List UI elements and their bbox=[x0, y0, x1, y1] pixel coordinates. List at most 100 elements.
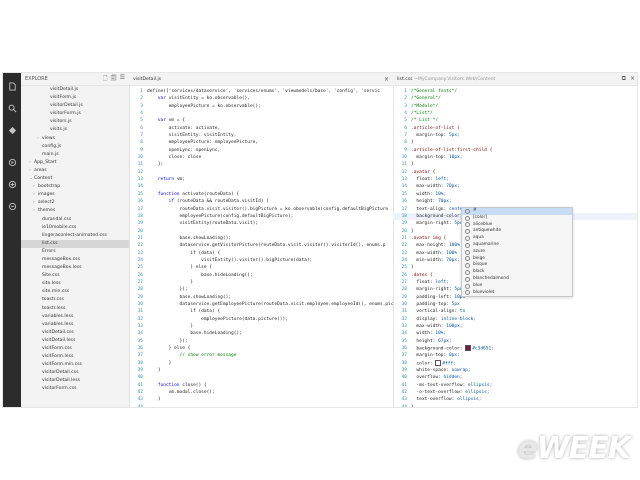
tree-item[interactable]: visitDetail.css bbox=[21, 329, 129, 337]
code-text: /* List */ bbox=[411, 117, 438, 124]
tree-item[interactable]: visitors.js bbox=[21, 118, 129, 126]
tree-item[interactable]: › App_Start bbox=[21, 159, 129, 167]
code-text: } bbox=[411, 264, 414, 271]
close-icon[interactable]: × bbox=[630, 75, 635, 83]
tree-item[interactable]: config.js bbox=[21, 143, 129, 151]
tree-item[interactable]: visitDetail.js bbox=[21, 86, 129, 94]
tree-item[interactable]: messageBox.less bbox=[21, 264, 129, 272]
code-line: 14 bbox=[129, 183, 393, 190]
tree-item[interactable]: visitorDetail.less bbox=[21, 377, 129, 385]
tree-item[interactable]: visitForm.js bbox=[21, 94, 129, 102]
tree-item[interactable]: site.min.css bbox=[21, 288, 129, 296]
tree-item[interactable]: visits.js bbox=[21, 126, 129, 134]
color-suggest-widget[interactable]: # [color] aliceblue antiquewhite aqua aquamar… bbox=[461, 207, 573, 298]
line-number: 20 bbox=[137, 228, 143, 234]
code-line: 11} bbox=[393, 161, 637, 168]
code-token: height: bbox=[411, 199, 439, 205]
tree-item[interactable]: › themes bbox=[21, 207, 129, 215]
tree-item[interactable]: › bootstrap bbox=[21, 183, 129, 191]
suggest-item[interactable]: aqua bbox=[462, 235, 572, 242]
code-token: max-width: bbox=[411, 324, 447, 329]
tab-title-right: list.css bbox=[397, 76, 413, 82]
tree-item[interactable]: variables.less bbox=[21, 321, 129, 329]
close-icon[interactable]: × bbox=[384, 76, 389, 83]
code-token: if (data) { bbox=[147, 309, 221, 315]
tree-item[interactable]: › images bbox=[21, 191, 129, 199]
suggest-label: blue bbox=[473, 282, 483, 288]
tree-item[interactable]: Site.css bbox=[21, 272, 129, 280]
suggest-item[interactable]: black bbox=[462, 269, 572, 276]
suggest-item[interactable]: antiquewhite bbox=[462, 228, 572, 235]
suggest-label: # bbox=[473, 208, 477, 213]
code-text: background-color: #c3d651; bbox=[411, 345, 494, 352]
tree-item[interactable]: Errors bbox=[21, 248, 129, 256]
tree-item[interactable]: visitDetail.less bbox=[21, 337, 129, 345]
tree-item[interactable]: › views bbox=[21, 135, 129, 143]
new-file-icon[interactable]: 🗋 bbox=[103, 74, 108, 84]
tree-item[interactable]: visitorForm.js bbox=[21, 110, 129, 118]
extensions-icon[interactable] bbox=[3, 175, 21, 193]
suggest-item[interactable]: blue bbox=[462, 283, 572, 290]
tree-item[interactable]: list.css bbox=[21, 239, 129, 248]
tree-item[interactable]: ⌄Content bbox=[21, 175, 129, 183]
tree-item[interactable]: visitorDetail.css bbox=[21, 369, 129, 377]
suggest-label: [color] bbox=[473, 214, 487, 220]
tree-item[interactable]: durandal.css bbox=[21, 216, 129, 224]
tree-item[interactable]: site.less bbox=[21, 280, 129, 288]
line-number: 43 bbox=[137, 397, 143, 403]
tree-item[interactable]: main.js bbox=[21, 151, 129, 159]
tree-item[interactable]: lingeraconlect-animated.css bbox=[21, 232, 129, 240]
code-token: } bbox=[411, 265, 414, 271]
suggest-item[interactable]: aquamarine bbox=[462, 242, 572, 249]
code-text: padding-left: 10px bbox=[411, 294, 465, 301]
line-number: 2 bbox=[404, 96, 407, 102]
tree-item-label: durandal.css bbox=[42, 216, 72, 222]
tree-item-label: visitorForm.js bbox=[50, 111, 81, 117]
code-line: 38 } bbox=[129, 360, 393, 367]
tree-item[interactable]: visitorDetail.js bbox=[21, 102, 129, 110]
tree-item[interactable]: toastr.css bbox=[21, 296, 129, 304]
code-line: 40 overflow: hidden; bbox=[393, 374, 637, 381]
code-token: /*List*/ bbox=[411, 111, 433, 117]
suggest-item[interactable]: [color] bbox=[462, 215, 572, 222]
tree-item[interactable]: visitForm.min.css bbox=[21, 361, 129, 369]
code-text: var vm = { bbox=[147, 117, 185, 124]
line-number: 29 bbox=[137, 294, 143, 300]
suggest-item[interactable]: # bbox=[462, 208, 572, 215]
color-icon bbox=[465, 236, 470, 242]
tree-item[interactable]: messageBox.css bbox=[21, 256, 129, 264]
search-icon[interactable] bbox=[3, 99, 21, 117]
files-icon[interactable] bbox=[3, 77, 21, 95]
git-icon[interactable] bbox=[3, 121, 21, 139]
code-line: 38 color: #fff; bbox=[393, 359, 637, 367]
tree-item[interactable]: toastr.less bbox=[21, 305, 129, 313]
code-token: activate(routeData) { bbox=[182, 191, 240, 197]
line-number: 31 bbox=[401, 309, 407, 315]
collapse-icon[interactable]: ☰ bbox=[120, 74, 125, 84]
tree-item[interactable]: ie10mobile.css bbox=[21, 224, 129, 232]
debug-icon[interactable] bbox=[3, 153, 21, 171]
tree-item[interactable]: visitForm.css bbox=[21, 345, 129, 353]
suggest-item[interactable]: blanchedalmond bbox=[462, 276, 572, 283]
save-all-icon[interactable]: 🗐 bbox=[111, 74, 117, 84]
code-line: 22 dataservice.getVisitorPicture(routeDa… bbox=[129, 242, 393, 249]
tab-visitdetail-js[interactable]: visitDetail.js bbox=[133, 77, 161, 82]
line-number: 13 bbox=[401, 177, 407, 183]
suggest-item[interactable]: azure bbox=[462, 249, 572, 256]
tree-item[interactable]: variables.less bbox=[21, 313, 129, 321]
code-text: margin-top: 5px; bbox=[411, 132, 459, 139]
output-icon[interactable] bbox=[3, 197, 21, 215]
tree-item[interactable]: › select2 bbox=[21, 199, 129, 207]
split-editor-icon[interactable]: ⧉ bbox=[622, 75, 626, 83]
code-token: padding-top: bbox=[411, 301, 452, 307]
code-area-left[interactable]: 1 define(['services/dataservice', 'servic… bbox=[129, 86, 393, 407]
tab-list-css[interactable]: list.css ~MyCompany.Visitors.Web\Content bbox=[397, 77, 495, 82]
code-line: 2 var visitEntity = ko.observable(), bbox=[129, 95, 393, 102]
tree-item[interactable]: visitForm.less bbox=[21, 353, 129, 361]
suggest-item[interactable]: blueviolet bbox=[462, 290, 572, 297]
code-text: visitEntity(routeData.visit); bbox=[147, 220, 259, 227]
tree-item[interactable]: visitorForm.css bbox=[21, 385, 129, 393]
tree-item[interactable]: › areas bbox=[21, 167, 129, 175]
code-token: nowrap; bbox=[451, 368, 471, 374]
line-number: 5 bbox=[404, 118, 407, 124]
